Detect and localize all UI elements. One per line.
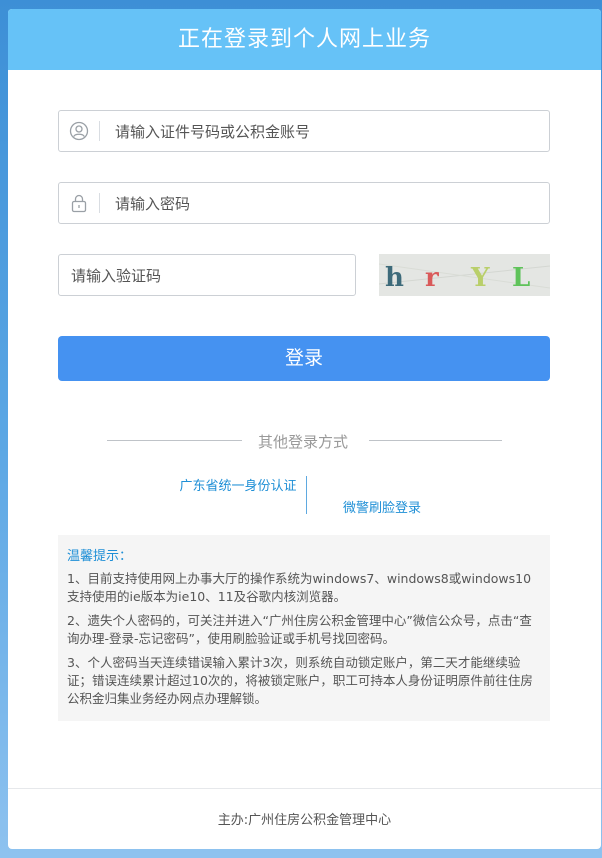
footer-text: 主办:广州住房公积金管理中心 xyxy=(217,813,392,828)
login-card: 正在登录到个人网上业务 h xyxy=(8,9,601,849)
field-separator xyxy=(99,121,100,141)
link-separator xyxy=(306,476,307,514)
account-field[interactable] xyxy=(58,110,550,153)
captcha-char: r xyxy=(425,263,439,293)
divider-right xyxy=(369,440,502,441)
footer-divider xyxy=(8,788,601,789)
tip-item: 2、遗失个人密码的，可关注并进入“广州住房公积金管理中心”微信公众号，点击“查询… xyxy=(67,613,532,646)
tip-item: 1、目前支持使用网上办事大厅的操作系统为windows7、windows8或wi… xyxy=(67,571,532,604)
captcha-char: h xyxy=(385,263,404,293)
user-icon xyxy=(69,121,89,141)
gd-unified-auth-link[interactable]: 广东省统一身份认证 xyxy=(178,477,298,496)
account-input[interactable] xyxy=(113,111,537,153)
captcha-image[interactable]: h r Y L xyxy=(378,254,551,296)
password-input[interactable] xyxy=(113,183,537,225)
tips-box: 温馨提示： 1、目前支持使用网上办事大厅的操作系统为windows7、windo… xyxy=(58,535,550,721)
page-title: 正在登录到个人网上业务 xyxy=(8,9,601,70)
field-separator xyxy=(99,193,100,213)
divider-left xyxy=(107,440,242,441)
other-login-heading: 其他登录方式 xyxy=(257,433,348,451)
wechat-face-login-link[interactable]: 微警刷脸登录 xyxy=(322,497,442,516)
lock-icon xyxy=(69,193,89,213)
captcha-char: Y xyxy=(470,263,490,293)
tip-item: 3、个人密码当天连续错误输入累计3次，则系统自动锁定账户，第二天才能继续验证；错… xyxy=(67,655,533,706)
tips-title: 温馨提示： xyxy=(67,549,133,564)
captcha-input[interactable] xyxy=(69,255,343,297)
login-button[interactable]: 登录 xyxy=(58,336,550,381)
captcha-field[interactable] xyxy=(58,254,356,297)
captcha-char: L xyxy=(512,263,530,293)
password-field[interactable] xyxy=(58,182,550,225)
